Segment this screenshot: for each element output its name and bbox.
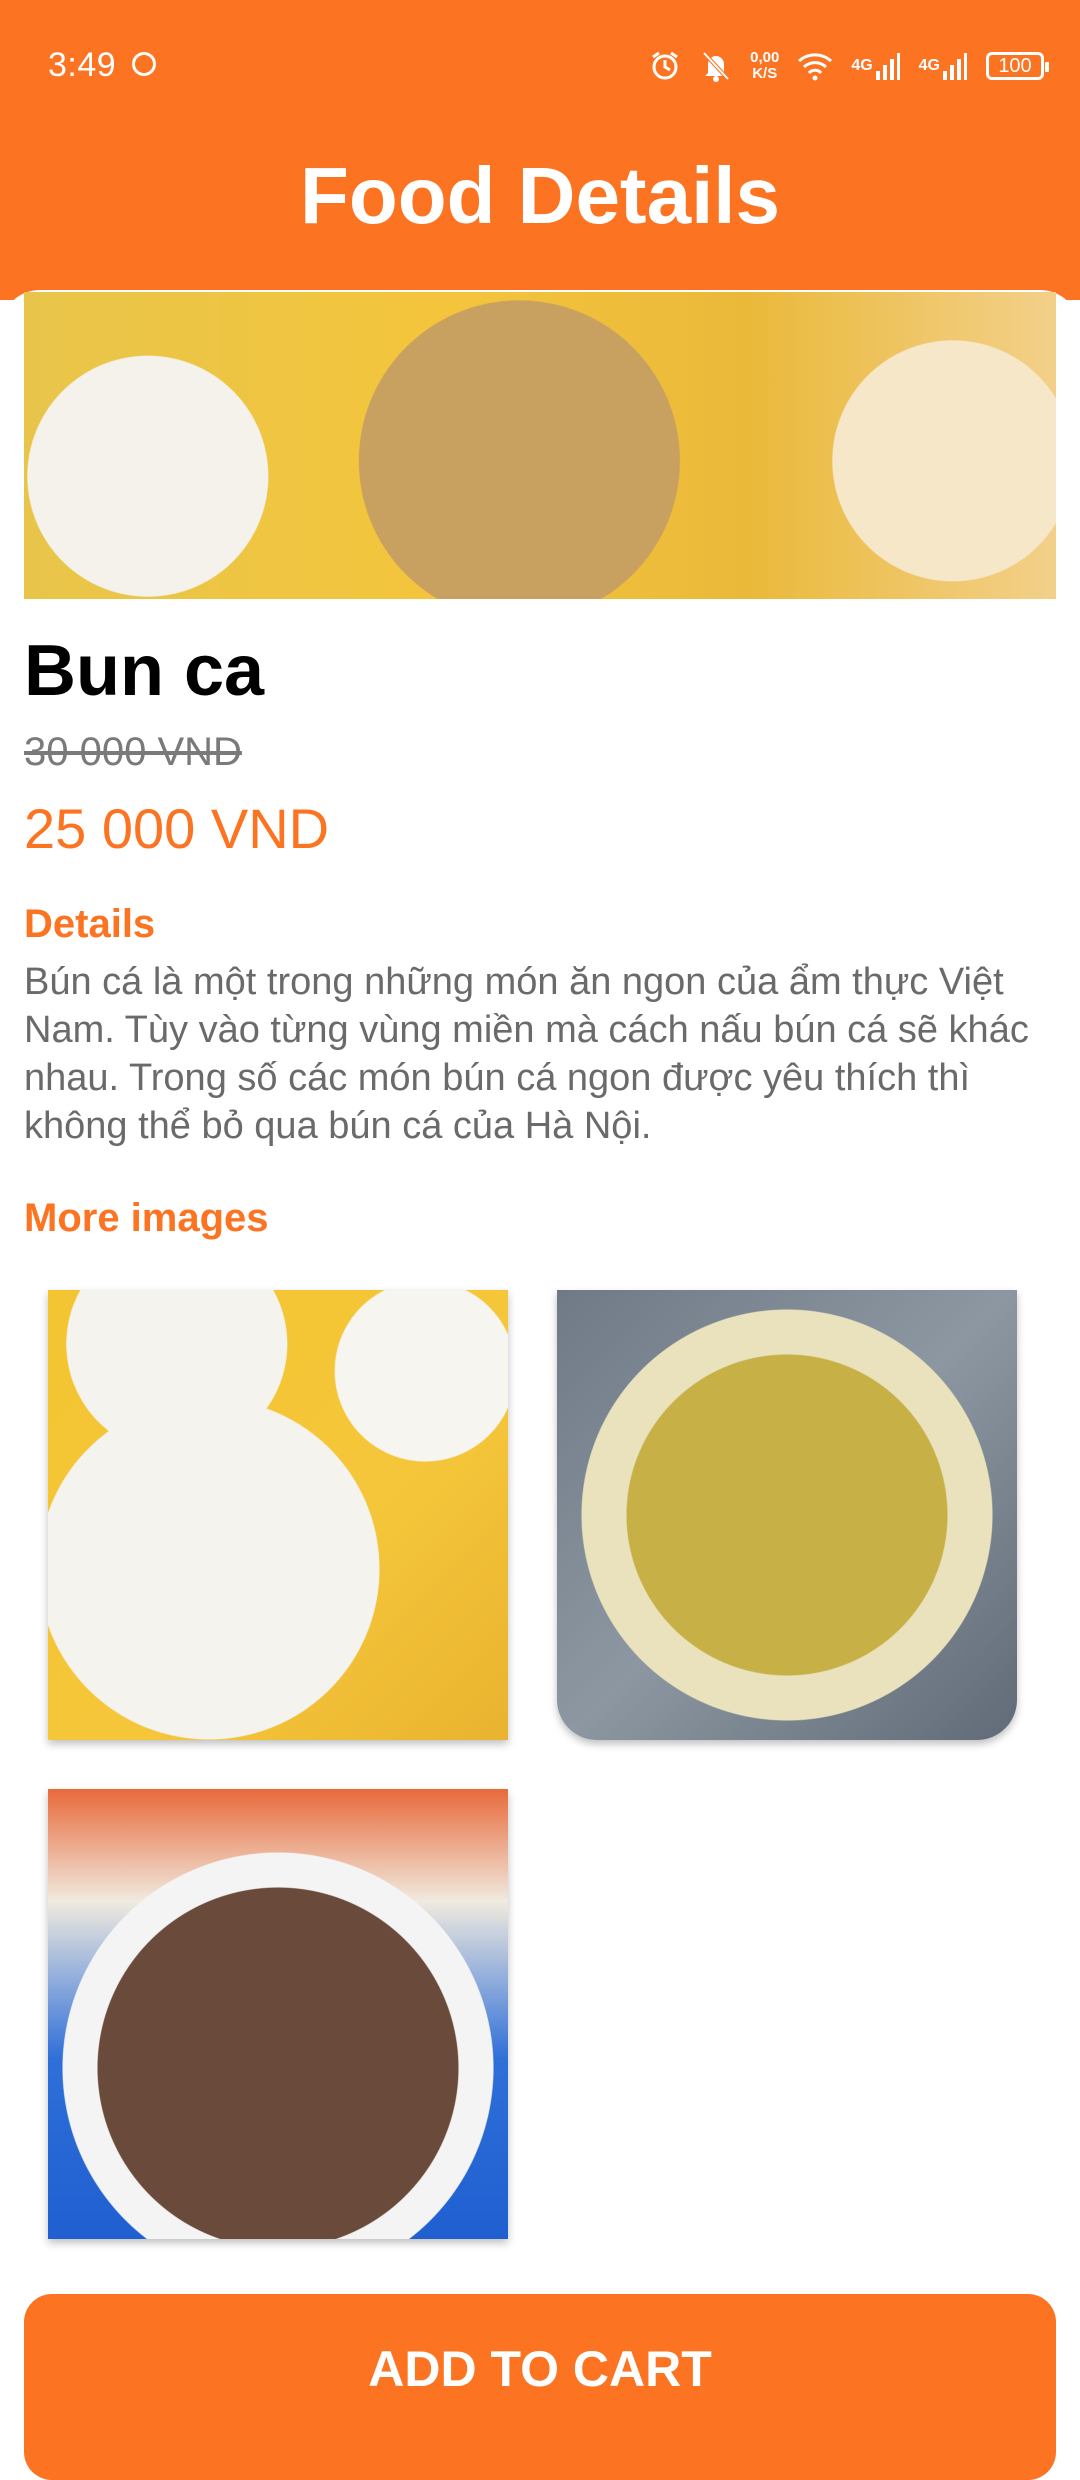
add-to-cart-button[interactable]: ADD TO CART: [24, 2294, 1056, 2480]
signal-label-1: 4G: [851, 57, 873, 74]
current-price: 25 000 VND: [24, 797, 330, 860]
battery-icon: 100: [986, 52, 1049, 80]
net-speed: 0,00 K/S: [750, 50, 779, 82]
food-name: Bun ca: [24, 631, 265, 711]
details-text: Bún cá là một trong những món ăn ngon củ…: [24, 961, 1029, 1147]
wifi-icon: [797, 51, 833, 81]
old-price: 30 000 VND: [24, 730, 242, 774]
status-time: 3:49: [48, 46, 117, 84]
details-heading: Details: [24, 902, 156, 946]
gallery-image-2[interactable]: [557, 1290, 1017, 1740]
mute-icon: [700, 49, 732, 83]
signal-icon: 4G: [851, 51, 900, 81]
signal-icon-2: 4G: [919, 51, 968, 81]
gallery-image-1[interactable]: [48, 1290, 508, 1740]
more-images-heading: More images: [24, 1196, 269, 1240]
alarm-icon: [648, 49, 682, 83]
gallery-image-3[interactable]: [48, 1789, 508, 2239]
net-speed-value: 0,00: [750, 49, 780, 66]
page-title: Food Details: [299, 151, 781, 240]
status-face-icon: [132, 52, 156, 76]
signal-label-2: 4G: [918, 57, 940, 74]
net-speed-unit: K/S: [752, 65, 778, 82]
status-icons: 0,00 K/S 4G 4G 100: [648, 46, 1049, 86]
hero-image: [24, 292, 1056, 599]
status-bar: 3:49 0,00 K/S 4G 4G 100: [0, 0, 1080, 135]
